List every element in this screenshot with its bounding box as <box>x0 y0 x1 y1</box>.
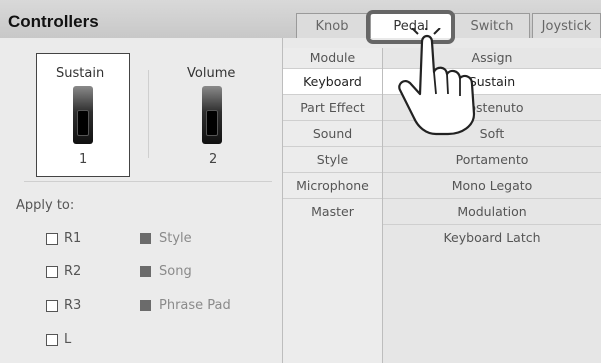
module-item-keyboard[interactable]: Keyboard <box>283 68 382 94</box>
module-item-style[interactable]: Style <box>283 146 382 172</box>
pedal-1-name: Sustain <box>56 66 105 81</box>
checkbox-label: R3 <box>64 298 82 313</box>
checkbox-label: R2 <box>64 264 82 279</box>
assign-column: Assign Sustain Sostenuto Soft Portamento… <box>383 48 601 363</box>
page-title: Controllers <box>8 12 99 31</box>
checkbox-label: L <box>64 332 72 347</box>
tab-switch[interactable]: Switch <box>454 13 530 38</box>
assign-item-keyboard-latch[interactable]: Keyboard Latch <box>383 224 601 250</box>
module-item-sound[interactable]: Sound <box>283 120 382 146</box>
target-song[interactable]: Song <box>140 264 192 279</box>
checkbox-box[interactable] <box>46 299 58 312</box>
checkbox-box[interactable] <box>46 265 58 278</box>
checkbox-r3[interactable]: R3 <box>46 298 81 313</box>
target-phrase-pad[interactable]: Phrase Pad <box>140 298 231 313</box>
checkbox-r1[interactable]: R1 <box>46 231 81 246</box>
checkbox-label: R1 <box>64 231 82 246</box>
section-divider <box>24 181 272 182</box>
module-item-part-effect[interactable]: Part Effect <box>283 94 382 120</box>
checkbox-l[interactable]: L <box>46 332 71 347</box>
pedal-2-number: 2 <box>209 152 218 167</box>
volume-pedal-icon[interactable] <box>202 86 222 144</box>
checkbox-box[interactable] <box>46 333 58 346</box>
square-icon <box>140 266 151 277</box>
sustain-pedal-icon[interactable] <box>73 86 93 144</box>
tab-highlight-frame <box>366 10 455 44</box>
target-label: Song <box>159 264 192 279</box>
pedal-2-name: Volume <box>187 66 236 81</box>
target-label: Phrase Pad <box>159 298 231 313</box>
checkbox-r2[interactable]: R2 <box>46 264 81 279</box>
module-item-microphone[interactable]: Microphone <box>283 172 382 198</box>
assign-item-mono-legato[interactable]: Mono Legato <box>383 172 601 198</box>
module-column: Module Keyboard Part Effect Sound Style … <box>283 48 383 363</box>
assign-item-soft[interactable]: Soft <box>383 120 601 146</box>
tab-joystick[interactable]: Joystick <box>532 13 601 38</box>
assign-header: Assign <box>471 50 513 65</box>
tab-knob[interactable]: Knob <box>296 13 368 38</box>
pedal-1-number: 1 <box>79 152 88 167</box>
target-style[interactable]: Style <box>140 231 192 246</box>
pedal-divider <box>148 70 149 158</box>
assign-item-sostenuto[interactable]: Sostenuto <box>383 94 601 120</box>
target-label: Style <box>159 231 192 246</box>
module-item-master[interactable]: Master <box>283 198 382 224</box>
apply-to-label: Apply to: <box>16 198 75 213</box>
module-header: Module <box>309 50 356 65</box>
assign-item-sustain[interactable]: Sustain <box>383 68 601 94</box>
square-icon <box>140 233 151 244</box>
assign-item-portamento[interactable]: Portamento <box>383 146 601 172</box>
checkbox-box[interactable] <box>46 232 58 245</box>
assign-item-modulation[interactable]: Modulation <box>383 198 601 224</box>
square-icon <box>140 300 151 311</box>
